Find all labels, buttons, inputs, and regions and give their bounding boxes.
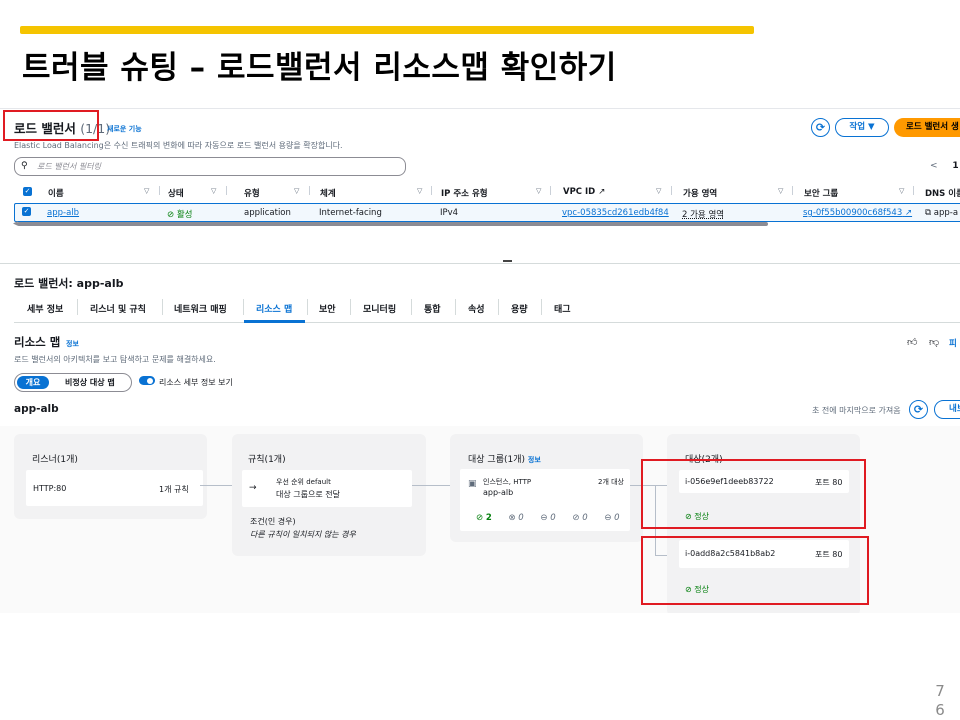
toggle-label: 리소스 세부 정보 보기 [159, 378, 233, 387]
map-lb-name: app-alb [14, 403, 59, 415]
health-summary: ⊘ 2 ⊗ 0 ⊖ 0 ⊘ 0 ⊖ 0 [476, 513, 634, 523]
slide-title: 트러블 슈팅 – 로드밸런서 리소스맵 확인하기 [22, 50, 617, 86]
listener-rule-count: 1개 규칙 [159, 485, 189, 494]
col-state[interactable]: 상태 ▽ | [168, 186, 228, 199]
lb-ip-type: IPv4 [440, 208, 459, 218]
select-all-checkbox[interactable]: ✓ [23, 187, 32, 196]
lb-scheme: Internet-facing [319, 208, 382, 218]
unused-count: ⊘ 0 [572, 513, 588, 523]
actions-button[interactable]: 작업 ▼ [835, 118, 889, 137]
rules-column: 규칙(1개) → 우선 순위 default 대상 그룹으로 전달 조건(인 경… [232, 434, 426, 556]
thumbs-up-icon[interactable]: 👍︎ [907, 336, 917, 348]
tab-monitoring[interactable]: 모니터링 [363, 302, 396, 315]
rule-card[interactable]: → 우선 순위 default 대상 그룹으로 전달 [242, 470, 412, 507]
refresh-icon[interactable]: ⟳ [811, 118, 830, 137]
split-divider [0, 263, 960, 264]
listener-card[interactable]: HTTP:80 1개 규칙 [26, 470, 203, 506]
map-refresh-icon[interactable]: ⟳ [909, 400, 928, 419]
target-groups-info-link[interactable]: 정보 [528, 456, 541, 464]
target-groups-title: 대상 그룹(1개) 정보 [468, 455, 541, 465]
target-group-name: app-alb [483, 488, 514, 497]
highlight-box-target-2 [641, 536, 869, 605]
tab-security[interactable]: 보안 [319, 302, 336, 315]
lb-detail-title: 로드 밸런서: app-alb [14, 277, 124, 290]
tab-tags[interactable]: 태그 [554, 302, 571, 315]
listeners-title: 리스너(1개) [32, 455, 78, 465]
resource-map-title: 리소스 맵 [14, 335, 61, 349]
lb-state: ⊘ 활성 [167, 210, 193, 220]
aws-console-screenshot: 로드 밸런서 (1/1) 새로운 기능 Elastic Load Balanci… [0, 108, 960, 613]
col-ip-type[interactable]: IP 주소 유형 ▽ | [441, 186, 552, 199]
detail-tabs: 세부 정보 리스너 및 규칙 네트워크 매핑 리소스 맵 보안 모니터링 통합 … [14, 296, 960, 323]
tab-capacity[interactable]: 용량 [511, 302, 528, 315]
unavailable-count: ⊖ 0 [604, 513, 620, 523]
page-number: 7 6 [935, 682, 945, 719]
horizontal-scrollbar[interactable] [17, 222, 768, 226]
filter-placeholder: 로드 밸런서 필터링 [37, 162, 101, 171]
highlight-box-target-1 [641, 459, 866, 529]
table-row[interactable]: ✓ app-alb ⊘ 활성 application Internet-faci… [14, 203, 960, 222]
view-segmented-control: 개요 비정상 대상 맵 [14, 373, 132, 392]
last-fetched-text: 초 전에 마지막으로 가져옴 [812, 406, 901, 415]
feedback-link[interactable]: 피 [949, 337, 957, 349]
col-scheme[interactable]: 체계 ▽ | [320, 186, 433, 199]
tab-integrations[interactable]: 통합 [424, 302, 441, 315]
pager-page-1[interactable]: 1 [952, 161, 958, 171]
target-group-card[interactable]: ▣ 인스턴스, HTTP app-alb 2개 대상 ⊘ 2 ⊗ 0 ⊖ 0 ⊘… [460, 469, 630, 531]
lb-type: application [244, 208, 291, 218]
rule-condition-value: 다른 규칙이 일치되지 않는 경우 [250, 530, 356, 539]
tab-attributes[interactable]: 속성 [468, 302, 485, 315]
new-feature-link[interactable]: 새로운 기능 [107, 124, 142, 134]
active-tab-indicator [244, 320, 305, 323]
arrow-right-icon: → [249, 483, 257, 493]
thumbs-down-icon[interactable]: 👎︎ [929, 336, 939, 348]
lb-filter-input[interactable]: ⚲ 로드 밸런서 필터링 [14, 157, 406, 176]
lb-azs[interactable]: 2 가용 영역 [682, 208, 724, 220]
col-type[interactable]: 유형 ▽ | [244, 186, 311, 199]
col-vpc-id[interactable]: VPC ID ↗ ▽ | [563, 186, 673, 197]
export-button[interactable]: 내보 [934, 400, 960, 419]
seg-overview[interactable]: 개요 [17, 376, 49, 389]
external-link-icon: ↗ [904, 208, 913, 218]
pagination: < 1 [930, 161, 959, 171]
copy-icon: ⧉ [925, 208, 932, 218]
table-header: ✓ 이름 ▽ | 상태 ▽ | 유형 ▽ | 체계 ▽ | IP 주소 유형 ▽ | VPC ID … [14, 184, 960, 200]
target-count: 2개 대상 [598, 478, 624, 486]
resize-handle[interactable] [503, 260, 512, 262]
col-name[interactable]: 이름 ▽ | [48, 186, 161, 199]
security-group-link[interactable]: sg-0f55b00900c68f543 ↗ [803, 208, 912, 218]
accent-bar [20, 26, 754, 34]
seg-unhealthy-map[interactable]: 비정상 대상 맵 [65, 377, 115, 388]
lb-dns[interactable]: ⧉ app-a [925, 208, 958, 218]
lb-description: Elastic Load Balancing은 수신 트래픽의 변화에 따라 자… [14, 141, 343, 150]
tab-listeners-rules[interactable]: 리스너 및 규칙 [90, 302, 146, 315]
tab-resource-map[interactable]: 리소스 맵 [256, 302, 292, 315]
draining-count: ⊖ 0 [540, 513, 556, 523]
load-balancer-list: 로드 밸런서 (1/1) 새로운 기능 Elastic Load Balanci… [0, 108, 960, 264]
listeners-column: 리스너(1개) HTTP:80 1개 규칙 [14, 434, 207, 519]
row-checkbox[interactable]: ✓ [22, 207, 31, 216]
check-circle-icon: ⊘ [167, 210, 175, 220]
lb-name-link[interactable]: app-alb [47, 208, 79, 218]
col-azs[interactable]: 가용 영역 ▽ | [683, 186, 794, 199]
resource-map-description: 로드 밸런서의 아키텍처를 보고 탐색하고 문제를 해결하세요. [14, 355, 216, 364]
search-icon: ⚲ [21, 161, 28, 171]
target-groups-column: 대상 그룹(1개) 정보 ▣ 인스턴스, HTTP app-alb 2개 대상 … [450, 434, 643, 542]
unhealthy-count: ⊗ 0 [508, 513, 524, 523]
healthy-count: ⊘ 2 [476, 513, 492, 523]
resource-map-info-link[interactable]: 정보 [66, 339, 79, 349]
col-dns[interactable]: DNS 이름 [925, 187, 960, 199]
instance-icon: ▣ [468, 479, 477, 489]
tab-network-mapping[interactable]: 네트워크 매핑 [174, 302, 227, 315]
col-security-group[interactable]: 보안 그룹 ▽ | [804, 186, 915, 199]
rules-title: 규칙(1개) [248, 455, 286, 465]
resource-details-toggle[interactable] [139, 376, 155, 385]
vpc-id-link[interactable]: vpc-05835cd261edb4f84 [562, 208, 669, 218]
highlight-box-lb-title [3, 110, 99, 141]
pager-prev-button[interactable]: < [930, 161, 938, 171]
create-load-balancer-button[interactable]: 로드 밸런서 생 [894, 118, 960, 137]
tab-details[interactable]: 세부 정보 [27, 302, 63, 315]
rule-condition-label: 조건(인 경우) [250, 517, 296, 526]
